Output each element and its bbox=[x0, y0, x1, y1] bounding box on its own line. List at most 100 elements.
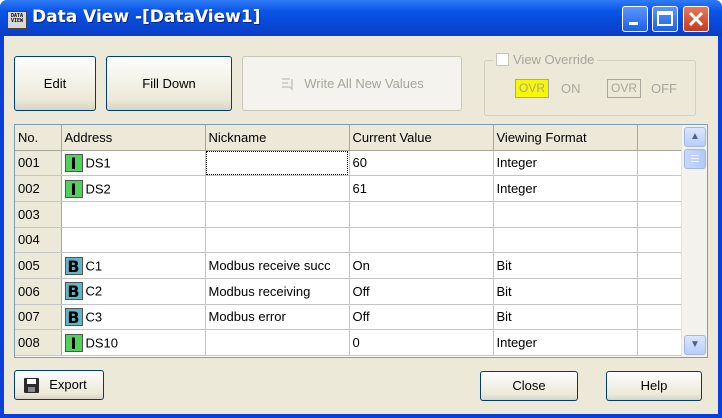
address-cell[interactable]: B C1 bbox=[61, 252, 206, 279]
chevron-down-icon: ▼ bbox=[690, 339, 700, 350]
row-filler-cell bbox=[637, 304, 681, 331]
viewing-format-cell[interactable]: Bit bbox=[493, 304, 638, 331]
row-number-cell[interactable]: 002 bbox=[15, 175, 62, 202]
export-button-label: Export bbox=[49, 377, 87, 392]
viewing-format-cell[interactable]: Integer bbox=[493, 175, 638, 202]
table-row[interactable]: 005 B C1 Modbus receive succ On Bit bbox=[15, 252, 681, 279]
address-cell[interactable]: I DS10 bbox=[61, 329, 206, 356]
row-number-cell[interactable]: 003 bbox=[15, 201, 62, 228]
nickname-cell[interactable]: Modbus receiving bbox=[205, 278, 350, 305]
column-header-nickname[interactable]: Nickname bbox=[205, 125, 350, 151]
current-value-cell[interactable] bbox=[349, 227, 494, 254]
data-table: No. Address Nickname Current Value Viewi… bbox=[15, 125, 681, 356]
row-filler-cell bbox=[637, 252, 681, 279]
address-cell[interactable]: B C3 bbox=[61, 304, 206, 331]
maximize-button[interactable] bbox=[652, 6, 678, 32]
row-number-cell[interactable]: 006 bbox=[15, 278, 62, 305]
column-header-viewing-format[interactable]: Viewing Format bbox=[493, 125, 638, 151]
address-cell[interactable] bbox=[61, 201, 206, 228]
column-header-address[interactable]: Address bbox=[61, 125, 206, 151]
address-cell[interactable]: B C2 bbox=[61, 278, 206, 305]
title-bar[interactable]: DATA VIEW Data View -[DataView1] bbox=[0, 0, 722, 36]
nickname-cell[interactable] bbox=[205, 201, 350, 228]
help-button-label: Help bbox=[640, 378, 668, 393]
write-all-button-label: Write All New Values bbox=[304, 76, 424, 91]
row-filler-cell bbox=[637, 278, 681, 305]
row-filler-cell bbox=[637, 227, 681, 254]
scroll-up-button[interactable]: ▲ bbox=[684, 127, 706, 147]
column-header-current-value[interactable]: Current Value bbox=[349, 125, 494, 151]
row-filler-cell bbox=[637, 175, 681, 202]
viewing-format-cell[interactable]: Bit bbox=[493, 278, 638, 305]
viewing-format-cell[interactable] bbox=[493, 201, 638, 228]
close-button-label: Close bbox=[512, 378, 546, 393]
table-row[interactable]: 007 B C3 Modbus error Off Bit bbox=[15, 304, 681, 331]
view-override-checkbox[interactable] bbox=[496, 53, 509, 66]
row-number-cell[interactable]: 001 bbox=[15, 150, 62, 177]
current-value-cell[interactable]: Off bbox=[349, 278, 494, 305]
vertical-scrollbar[interactable]: ▲ ▼ bbox=[681, 125, 707, 357]
close-window-button[interactable] bbox=[683, 6, 709, 32]
viewing-format-cell[interactable]: Integer bbox=[493, 329, 638, 356]
viewing-format-cell[interactable]: Bit bbox=[493, 252, 638, 279]
current-value-cell[interactable] bbox=[349, 201, 494, 228]
write-all-new-values-button[interactable]: Write All New Values bbox=[242, 56, 462, 111]
nickname-cell[interactable] bbox=[205, 227, 350, 254]
row-number-cell[interactable]: 004 bbox=[15, 227, 62, 254]
table-row[interactable]: 001 I DS1 60 Integer bbox=[15, 150, 681, 177]
minimize-button[interactable] bbox=[622, 6, 648, 32]
bit-type-icon: B bbox=[64, 307, 83, 326]
column-header-no[interactable]: No. bbox=[15, 125, 62, 151]
address-cell[interactable]: I DS1 bbox=[61, 150, 206, 177]
scroll-down-button[interactable]: ▼ bbox=[684, 335, 706, 355]
column-header-filler bbox=[637, 125, 681, 151]
current-value-cell[interactable]: 60 bbox=[349, 150, 494, 177]
header-row: No. Address Nickname Current Value Viewi… bbox=[15, 125, 681, 151]
viewing-format-cell[interactable]: Integer bbox=[493, 150, 638, 177]
viewing-format-cell[interactable] bbox=[493, 227, 638, 254]
export-button[interactable]: Export bbox=[14, 370, 104, 400]
help-button[interactable]: Help bbox=[606, 371, 702, 401]
nickname-cell[interactable] bbox=[205, 329, 350, 356]
data-view-app-icon[interactable]: DATA VIEW bbox=[7, 11, 27, 29]
close-icon bbox=[688, 11, 704, 27]
view-override-legend[interactable]: View Override bbox=[493, 52, 598, 67]
current-value-cell[interactable]: Off bbox=[349, 304, 494, 331]
table-row[interactable]: 003 bbox=[15, 201, 681, 228]
row-number-cell[interactable]: 008 bbox=[15, 329, 62, 356]
table-row[interactable]: 004 bbox=[15, 227, 681, 254]
nickname-cell[interactable]: Modbus error bbox=[205, 304, 350, 331]
current-value-cell[interactable]: 0 bbox=[349, 329, 494, 356]
row-filler-cell bbox=[637, 329, 681, 356]
maximize-icon bbox=[657, 11, 673, 26]
address-cell[interactable] bbox=[61, 227, 206, 254]
nickname-cell[interactable] bbox=[205, 175, 350, 202]
bit-type-icon: B bbox=[64, 282, 83, 301]
row-number-cell[interactable]: 007 bbox=[15, 304, 62, 331]
address-text: C2 bbox=[85, 283, 103, 299]
ovr-off-badge: OVR bbox=[607, 79, 642, 98]
data-view-grid[interactable]: No. Address Nickname Current Value Viewi… bbox=[14, 124, 708, 358]
ovr-on-label: ON bbox=[561, 81, 581, 96]
table-row[interactable]: 006 B C2 Modbus receiving Off Bit bbox=[15, 278, 681, 305]
row-number-cell[interactable]: 005 bbox=[15, 252, 62, 279]
nickname-cell[interactable] bbox=[205, 150, 350, 177]
table-row[interactable]: 008 I DS10 0 Integer bbox=[15, 329, 681, 356]
minimize-icon bbox=[629, 22, 638, 25]
data-view-window: DATA VIEW Data View -[DataView1] Edit Fi… bbox=[0, 0, 722, 418]
close-button[interactable]: Close bbox=[480, 371, 578, 401]
edit-button[interactable]: Edit bbox=[14, 56, 96, 111]
current-value-cell[interactable]: 61 bbox=[349, 175, 494, 202]
table-row[interactable]: 002 I DS2 61 Integer bbox=[15, 175, 681, 202]
integer-type-icon: I bbox=[64, 153, 83, 172]
nickname-cell[interactable]: Modbus receive succ bbox=[205, 252, 350, 279]
scroll-thumb[interactable] bbox=[684, 149, 706, 169]
dialog-client-area: Edit Fill Down Write All New Values View… bbox=[4, 36, 718, 414]
fill-down-button[interactable]: Fill Down bbox=[106, 56, 232, 111]
current-value-cell[interactable]: On bbox=[349, 252, 494, 279]
address-text: DS10 bbox=[85, 335, 119, 351]
address-cell[interactable]: I DS2 bbox=[61, 175, 206, 202]
app-icon-text: DATA VIEW bbox=[10, 13, 24, 24]
address-text: C3 bbox=[85, 309, 103, 325]
row-filler-cell bbox=[637, 150, 681, 177]
